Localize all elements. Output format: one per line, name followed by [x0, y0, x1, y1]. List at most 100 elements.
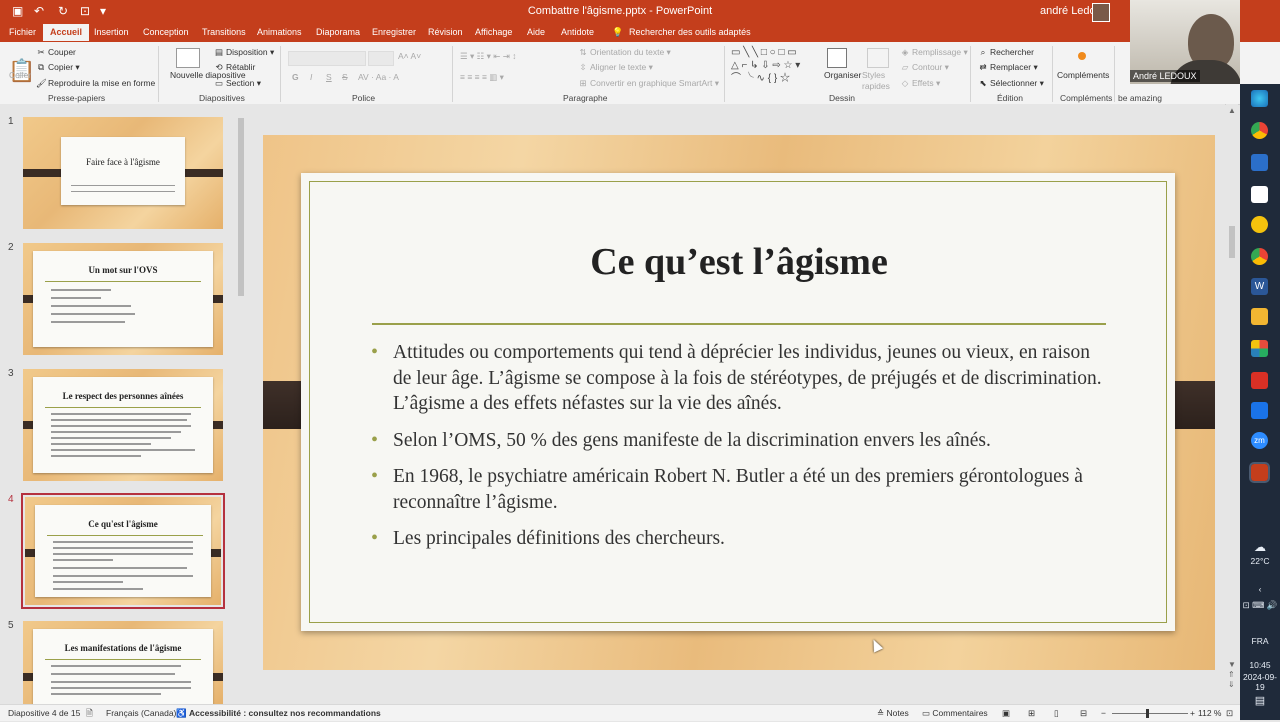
chrome-canary-icon[interactable] [1251, 216, 1268, 233]
apps-icon[interactable] [1251, 340, 1268, 357]
smartart-button[interactable]: ⊞ Convertir en graphique SmartArt ▾ [578, 78, 719, 89]
section-button[interactable]: ▭ Section ▾ [214, 78, 261, 89]
sorter-view-icon[interactable]: ⊞ [1028, 708, 1035, 719]
tab-revision[interactable]: Révision [428, 27, 463, 37]
bold-button[interactable]: G [292, 72, 299, 82]
slide-thumbnail-5[interactable]: Les manifestations de l'âgisme [23, 621, 223, 704]
bullet-item[interactable]: Les principales définitions des chercheu… [371, 526, 1111, 552]
shapes-gallery[interactable]: ▭ ╲ ╲ □ ○ □ ▭ △ ⌐ ↳ ⇩ ⇨ ☆ ▾ ⌒ ╰ ∿ { } ☆ [731, 46, 817, 88]
reading-view-icon[interactable]: ▯ [1054, 708, 1059, 719]
editor-scrollbar[interactable]: ▲ ▼ ⇑ ⇓ [1226, 104, 1238, 704]
tab-fichier[interactable]: Fichier [9, 27, 36, 37]
ribbon-tabs: Fichier Accueil Insertion Conception Tra… [0, 24, 1280, 42]
normal-view-icon[interactable]: ▣ [1002, 708, 1010, 719]
list-icons[interactable]: ☰ ▾ ☷ ▾ ⇤ ⇥ ↕ [460, 51, 516, 62]
mail-icon[interactable] [1251, 402, 1268, 419]
bullet-item[interactable]: En 1968, le psychiatre américain Robert … [371, 464, 1111, 515]
powerpoint-icon[interactable] [1249, 462, 1270, 483]
current-slide[interactable]: Ce qu’est l’âgisme Attitudes ou comporte… [263, 135, 1215, 670]
copy-button[interactable]: ⧉ Copier ▾ [36, 62, 80, 73]
slideshow-icon[interactable]: ⊟ [1080, 708, 1087, 719]
search-tools-input[interactable]: Rechercher des outils adaptés [629, 27, 751, 37]
weather-temp[interactable]: 22°C [1240, 556, 1280, 566]
layout-button[interactable]: ▤ Disposition ▾ [214, 47, 274, 58]
cut-button[interactable]: ✂ Couper [36, 47, 75, 58]
chrome-profile-icon[interactable] [1251, 248, 1268, 265]
slide-bullets[interactable]: Attitudes ou comportements qui tend à dé… [371, 340, 1111, 563]
font-family-select[interactable] [288, 51, 366, 66]
format-painter-button[interactable]: 🖌Reproduire la mise en forme [36, 78, 155, 89]
underline-button[interactable]: S [326, 72, 332, 82]
slide-thumbnail-1[interactable]: Faire face à l'âgisme [23, 117, 223, 229]
slide-title[interactable]: Ce qu’est l’âgisme [263, 240, 1215, 284]
tab-animations[interactable]: Animations [257, 27, 302, 37]
slide-thumbnail-4-selected[interactable]: Ce qu'est l'âgisme [21, 493, 225, 609]
slide-thumbnail-2[interactable]: Un mot sur l'OVS [23, 243, 223, 355]
tab-affichage[interactable]: Affichage [475, 27, 512, 37]
grow-font-icon[interactable]: A˄ A˅ [398, 51, 421, 61]
input-language[interactable]: FRA [1240, 636, 1280, 646]
zoom-out-icon[interactable]: − [1101, 708, 1106, 718]
notes-button[interactable]: ≙ Notes [877, 708, 909, 719]
zoom-in-icon[interactable]: + [1190, 708, 1195, 718]
replace-button[interactable]: ⇄ Remplacer ▾ [978, 62, 1037, 73]
quick-styles-icon[interactable] [867, 48, 889, 68]
tray-chevron-icon[interactable]: ‹ [1240, 584, 1280, 594]
spacing-icon[interactable]: AV · Aa · A [358, 72, 399, 82]
bullet-item[interactable]: Attitudes ou comportements qui tend à dé… [371, 340, 1111, 417]
reset-button[interactable]: ⟲ Rétablir [214, 62, 255, 73]
paste-button[interactable]: Coller [9, 70, 31, 80]
outline-icon: ▱ [901, 62, 909, 72]
word-icon[interactable]: W [1251, 278, 1268, 295]
addins-button[interactable]: Compléments [1057, 70, 1109, 80]
bullet-item[interactable]: Selon l’OMS, 50 % des gens manifeste de … [371, 428, 1111, 454]
accessibility-status[interactable]: Accessibilité : consultez nos recommanda… [189, 708, 381, 718]
file-explorer-icon[interactable] [1251, 308, 1268, 325]
arrange-button[interactable]: Organiser [824, 70, 861, 80]
strike-button[interactable]: S [342, 72, 348, 82]
tab-insertion[interactable]: Insertion [94, 27, 129, 37]
align-icons[interactable]: ≡ ≡ ≡ ≡ ▥ ▾ [460, 72, 504, 83]
zoom-level[interactable]: 112 % [1198, 708, 1221, 718]
slide-thumbnail-3[interactable]: Le respect des personnes aînées [23, 369, 223, 481]
document-icon[interactable] [1251, 186, 1268, 203]
align-text-button[interactable]: ⇳ Aligner le texte ▾ [578, 62, 652, 73]
tab-diaporama[interactable]: Diaporama [316, 27, 360, 37]
select-button[interactable]: ⬉ Sélectionner ▾ [978, 78, 1043, 89]
tab-conception[interactable]: Conception [143, 27, 189, 37]
edge-icon[interactable] [1251, 90, 1268, 107]
zoom-icon[interactable]: zm [1251, 432, 1268, 449]
thumbnails-scrollbar[interactable] [236, 106, 246, 702]
clock-date[interactable]: 2024-09-19 [1240, 672, 1280, 692]
effects-button[interactable]: ◇ Effets ▾ [900, 78, 941, 89]
tab-enregistrer[interactable]: Enregistrer [372, 27, 416, 37]
language-status[interactable]: Français (Canada) [106, 708, 176, 718]
font-size-select[interactable] [368, 51, 394, 66]
tray-icons[interactable]: ⊡ ⌨ 🔊 [1240, 600, 1280, 611]
weather-icon[interactable]: ☁ [1240, 540, 1280, 554]
tab-transitions[interactable]: Transitions [202, 27, 246, 37]
fill-button[interactable]: ◈ Remplissage ▾ [900, 47, 968, 58]
store-icon[interactable] [1251, 154, 1268, 171]
arrange-icon[interactable] [827, 48, 847, 68]
acrobat-icon[interactable] [1251, 372, 1268, 389]
quick-styles-button[interactable]: Styles rapides [862, 70, 892, 92]
tab-antidote[interactable]: Antidote [561, 27, 594, 37]
chrome-icon[interactable] [1251, 122, 1268, 139]
text-direction-button[interactable]: ⇅ Orientation du texte ▾ [578, 47, 670, 58]
italic-button[interactable]: I [310, 72, 312, 82]
tab-aide[interactable]: Aide [527, 27, 545, 37]
zoom-slider-handle[interactable] [1146, 709, 1149, 718]
slide-counter[interactable]: Diapositive 4 de 15 [8, 708, 80, 718]
avatar[interactable] [1092, 3, 1110, 22]
tab-accueil[interactable]: Accueil [43, 24, 90, 41]
comments-button[interactable]: ▭ Commentaires [922, 708, 988, 719]
fit-slide-icon[interactable]: ⊡ [1226, 708, 1233, 719]
new-slide-icon[interactable] [176, 48, 200, 68]
find-button[interactable]: ⌕ Rechercher [978, 47, 1034, 58]
outline-button[interactable]: ▱ Contour ▾ [900, 62, 949, 73]
addins-icon[interactable] [1078, 52, 1086, 60]
zoom-slider[interactable] [1112, 713, 1188, 714]
notifications-icon[interactable]: ▤ [1240, 694, 1280, 707]
clock-time[interactable]: 10:45 [1240, 660, 1280, 670]
